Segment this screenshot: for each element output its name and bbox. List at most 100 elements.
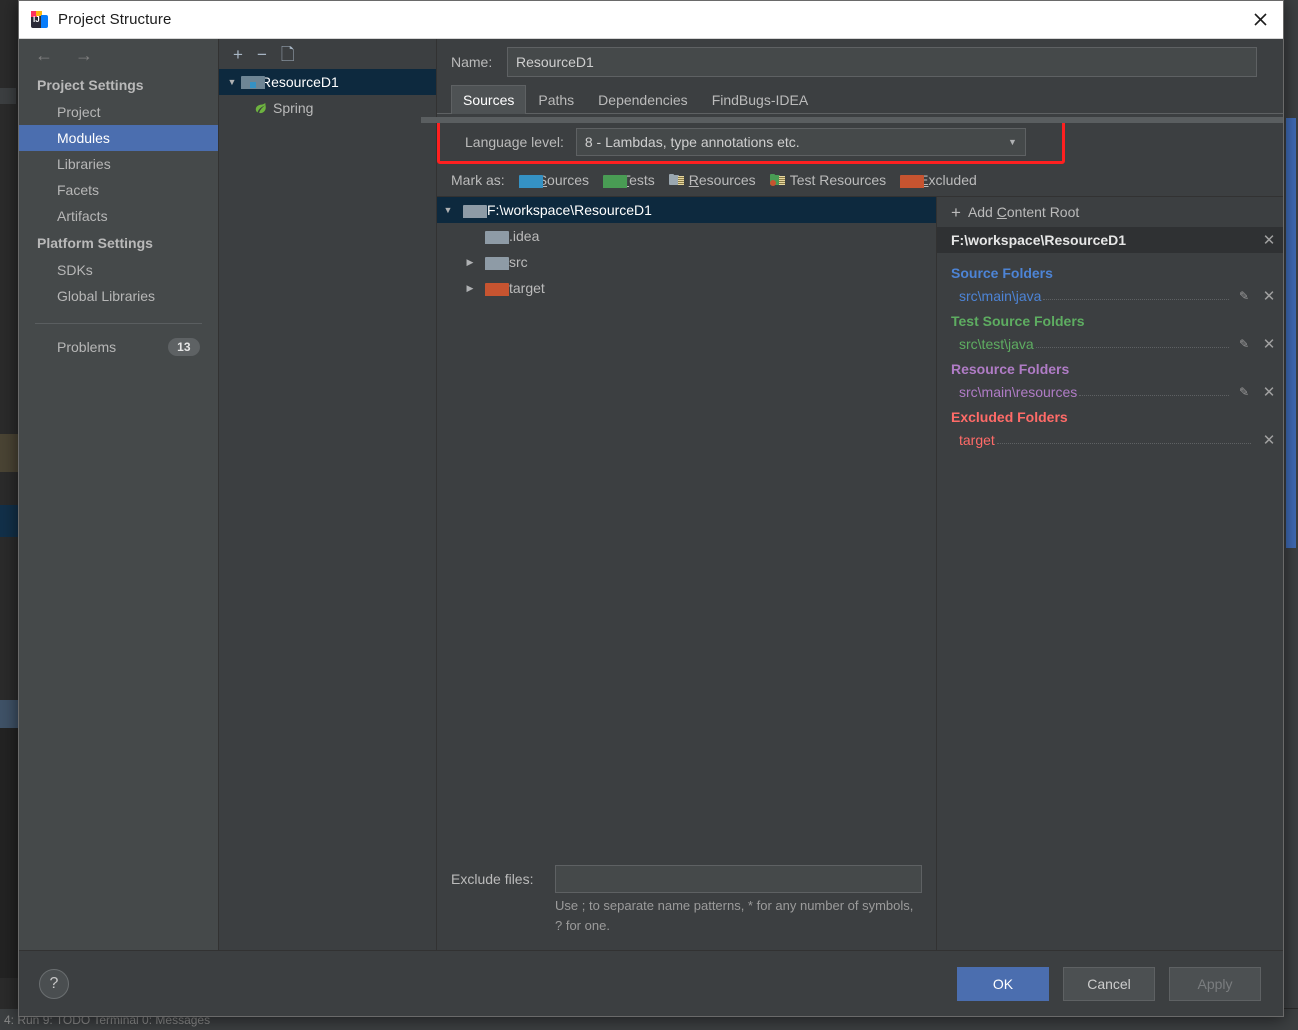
mark-as-resources-label: Resources [688,172,756,188]
tab-findbugs-idea[interactable]: FindBugs-IDEA [700,85,820,114]
tree-row-content-root[interactable]: ▼ F:\workspace\ResourceD1 [437,197,936,223]
chevron-down-icon[interactable]: ▼ [437,205,459,215]
dotted-filler [1043,289,1229,300]
apply-button[interactable]: Apply [1169,966,1261,1001]
chevron-right-icon[interactable]: ▶ [459,257,481,268]
folder-resources-icon [668,174,684,186]
mark-as-row: Mark as: Sources Tests [437,166,1283,196]
bg-fragment [0,728,18,978]
tree-row-src[interactable]: ▶ src [437,249,936,275]
dotted-filler [1079,385,1229,396]
source-folder-path: src\main\java [959,288,1042,304]
sources-split-pane: ▼ F:\workspace\ResourceD1 .idea ▶ src ▶ … [437,196,1283,950]
tree-row-label: target [509,280,545,296]
group-title-excluded-folders: Excluded Folders [951,409,1068,425]
close-icon[interactable] [1237,1,1283,38]
pencil-icon[interactable]: ✎ [1233,289,1255,303]
test-source-folder-path: src\test\java [959,336,1034,352]
group-title-source-folders: Source Folders [951,265,1053,281]
content-file-tree: ▼ F:\workspace\ResourceD1 .idea ▶ src ▶ … [437,197,936,862]
group-title-test-source-folders: Test Source Folders [951,313,1085,329]
mark-as-excluded-button[interactable]: Excluded [900,172,977,188]
dotted-filler [996,433,1251,444]
add-content-root-button[interactable]: + Add Content Root [937,197,1283,227]
mark-as-tests-button[interactable]: Tests [603,172,655,188]
sidebar-item-facets[interactable]: Facets [19,177,218,203]
source-folder-item[interactable]: src\main\java ✎ ✕ [937,283,1283,309]
chevron-down-icon[interactable]: ▼ [1008,137,1017,147]
sidebar-item-libraries[interactable]: Libraries [19,151,218,177]
language-level-select[interactable]: 8 - Lambdas, type annotations etc. ▼ [575,128,1026,156]
ide-scrollbar[interactable] [1286,118,1296,548]
sidebar-item-modules[interactable]: Modules [19,125,218,151]
content-root-path: F:\workspace\ResourceD1 [951,232,1127,248]
dialog-footer: ? OK Cancel Apply [19,950,1283,1016]
mark-as-test-resources-button[interactable]: Test Resources [769,172,886,188]
module-tree-label: Spring [273,100,314,116]
exclude-files-input[interactable] [555,865,922,893]
sidebar-item-sdks[interactable]: SDKs [19,257,218,283]
tab-paths[interactable]: Paths [526,85,586,114]
problems-label: Problems [57,339,117,355]
group-title-resource-folders: Resource Folders [951,361,1070,377]
module-name-row: Name: [437,39,1283,85]
sidebar-item-project[interactable]: Project [19,99,218,125]
chevron-right-icon[interactable]: ▶ [459,283,481,294]
excluded-folder-item[interactable]: target ✕ [937,427,1283,453]
folder-icon [481,256,509,270]
language-level-value: 8 - Lambdas, type annotations etc. [584,134,800,150]
chevron-down-icon[interactable]: ▼ [225,77,239,87]
test-source-folder-item[interactable]: src\test\java ✎ ✕ [937,331,1283,357]
folder-icon [459,204,487,218]
pencil-icon[interactable]: ✎ [1233,385,1255,399]
folder-sources-icon [518,174,543,188]
tree-row-target[interactable]: ▶ target [437,275,936,301]
mark-as-excluded-label: Excluded [919,172,977,188]
sidebar-item-artifacts[interactable]: Artifacts [19,203,218,229]
plus-icon: + [951,202,961,222]
module-content-panel: Name: Sources Paths Dependencies FindBug… [421,39,1283,950]
folder-excluded-icon [481,282,509,296]
close-icon[interactable]: ✕ [1255,383,1283,401]
folder-tests-icon [603,174,628,188]
tabs-scrollbar[interactable] [421,117,1283,123]
ok-button[interactable]: OK [957,966,1049,1001]
pencil-icon[interactable]: ✎ [1233,337,1255,351]
intellij-idea-icon: IJ [31,11,48,28]
dialog-title: Project Structure [58,11,172,28]
plus-icon[interactable]: + [233,46,243,63]
mark-as-label: Mark as: [451,172,505,188]
help-button[interactable]: ? [39,968,69,999]
close-icon[interactable]: ✕ [1255,431,1283,449]
folder-test-resources-icon [769,174,785,186]
module-tree-row-resourced1[interactable]: ▼ ResourceD1 [219,69,436,95]
mark-as-resources-button[interactable]: Resources [668,172,756,188]
exclude-files-row: Exclude files: [451,862,922,896]
sidebar-item-problems[interactable]: Problems 13 [19,334,218,360]
mark-as-sources-button[interactable]: Sources [518,172,589,188]
problems-count-badge: 13 [168,338,200,356]
copy-icon[interactable]: 🗋 [281,46,295,63]
minus-icon[interactable]: − [257,46,267,63]
add-content-root-label: Add Content Root [967,204,1080,220]
sidebar-divider [35,323,202,324]
sidebar-item-global-libraries[interactable]: Global Libraries [19,283,218,309]
arrow-left-icon[interactable]: ← [35,46,53,64]
tree-row-idea[interactable]: .idea [437,223,936,249]
tabs-scrollbar-thumb[interactable] [421,117,1283,123]
tab-dependencies[interactable]: Dependencies [586,85,700,114]
resource-folder-item[interactable]: src\main\resources ✎ ✕ [937,379,1283,405]
module-tree-row-spring[interactable]: Spring [219,95,436,121]
cancel-button[interactable]: Cancel [1063,966,1155,1001]
remove-content-root-icon[interactable]: ✕ [1255,231,1283,249]
close-icon[interactable]: ✕ [1255,335,1283,353]
arrow-right-icon[interactable]: → [75,46,93,64]
name-label: Name: [451,54,493,70]
tab-sources[interactable]: Sources [451,85,527,114]
close-icon[interactable]: ✕ [1255,287,1283,305]
folder-excluded-icon [900,174,925,188]
language-level-label: Language level: [465,134,564,150]
tree-row-label: F:\workspace\ResourceD1 [487,202,652,218]
name-input[interactable] [507,47,1257,77]
content-roots-pane: + Add Content Root F:\workspace\Resource… [937,197,1283,950]
